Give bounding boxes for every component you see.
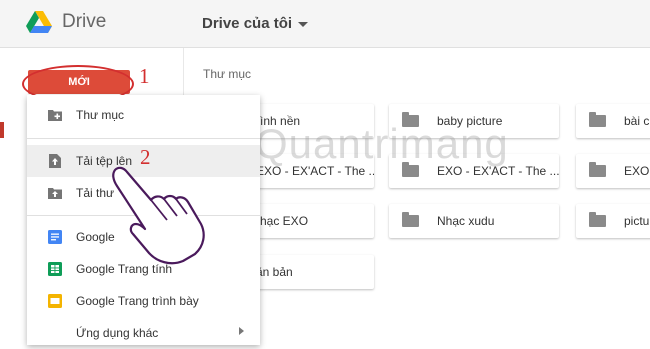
folder-icon: [589, 162, 606, 177]
pointing-hand-icon: [112, 166, 205, 265]
menu-divider: [27, 138, 260, 139]
folder-name: pictur: [624, 214, 650, 228]
menu-item-label: Ứng dụng khác: [76, 326, 159, 340]
folder-upload-icon: [48, 188, 62, 199]
step-number-1: 1: [139, 64, 150, 88]
folder-icon: [589, 112, 606, 127]
chevron-down-icon: [298, 21, 309, 27]
menu-item-label: Google Trang trình bày: [76, 294, 199, 308]
top-bar: Drive Drive của tôi: [0, 0, 650, 48]
folder-name: hạc EXO: [260, 214, 309, 228]
section-title: Thư mục: [203, 67, 252, 81]
new-folder-icon: [48, 110, 62, 121]
menu-item-more-apps[interactable]: Ứng dụng khác: [27, 317, 260, 349]
menu-item-new-folder[interactable]: Thư mục: [27, 99, 260, 131]
folder-card[interactable]: EXO -: [576, 154, 650, 188]
menu-item-google-slides[interactable]: Google Trang trình bày: [27, 285, 260, 317]
google-docs-icon: [48, 230, 62, 244]
location-label: Drive của tôi: [202, 15, 293, 32]
location-dropdown[interactable]: Drive của tôi: [202, 15, 309, 32]
folder-name: EXO -: [624, 164, 650, 178]
drive-logo-icon[interactable]: [26, 11, 52, 34]
google-slides-icon: [48, 294, 62, 308]
file-upload-icon: [49, 154, 61, 168]
google-sheets-icon: [48, 262, 62, 276]
chevron-right-icon: [239, 327, 244, 335]
watermark: Quantrimang: [255, 120, 509, 167]
folder-name: bài ch: [624, 114, 650, 128]
folder-icon: [589, 212, 606, 227]
folder-name: ăn bản: [256, 265, 293, 279]
folder-card[interactable]: Nhạc xudu: [389, 204, 559, 238]
folder-card[interactable]: bài ch: [576, 104, 650, 138]
selected-indicator: [0, 122, 4, 138]
menu-item-label: Thư mục: [76, 108, 125, 122]
app-name: Drive: [62, 11, 107, 32]
folder-icon: [402, 212, 419, 227]
folder-name: Nhạc xudu: [437, 214, 495, 228]
folder-card[interactable]: pictur: [576, 204, 650, 238]
